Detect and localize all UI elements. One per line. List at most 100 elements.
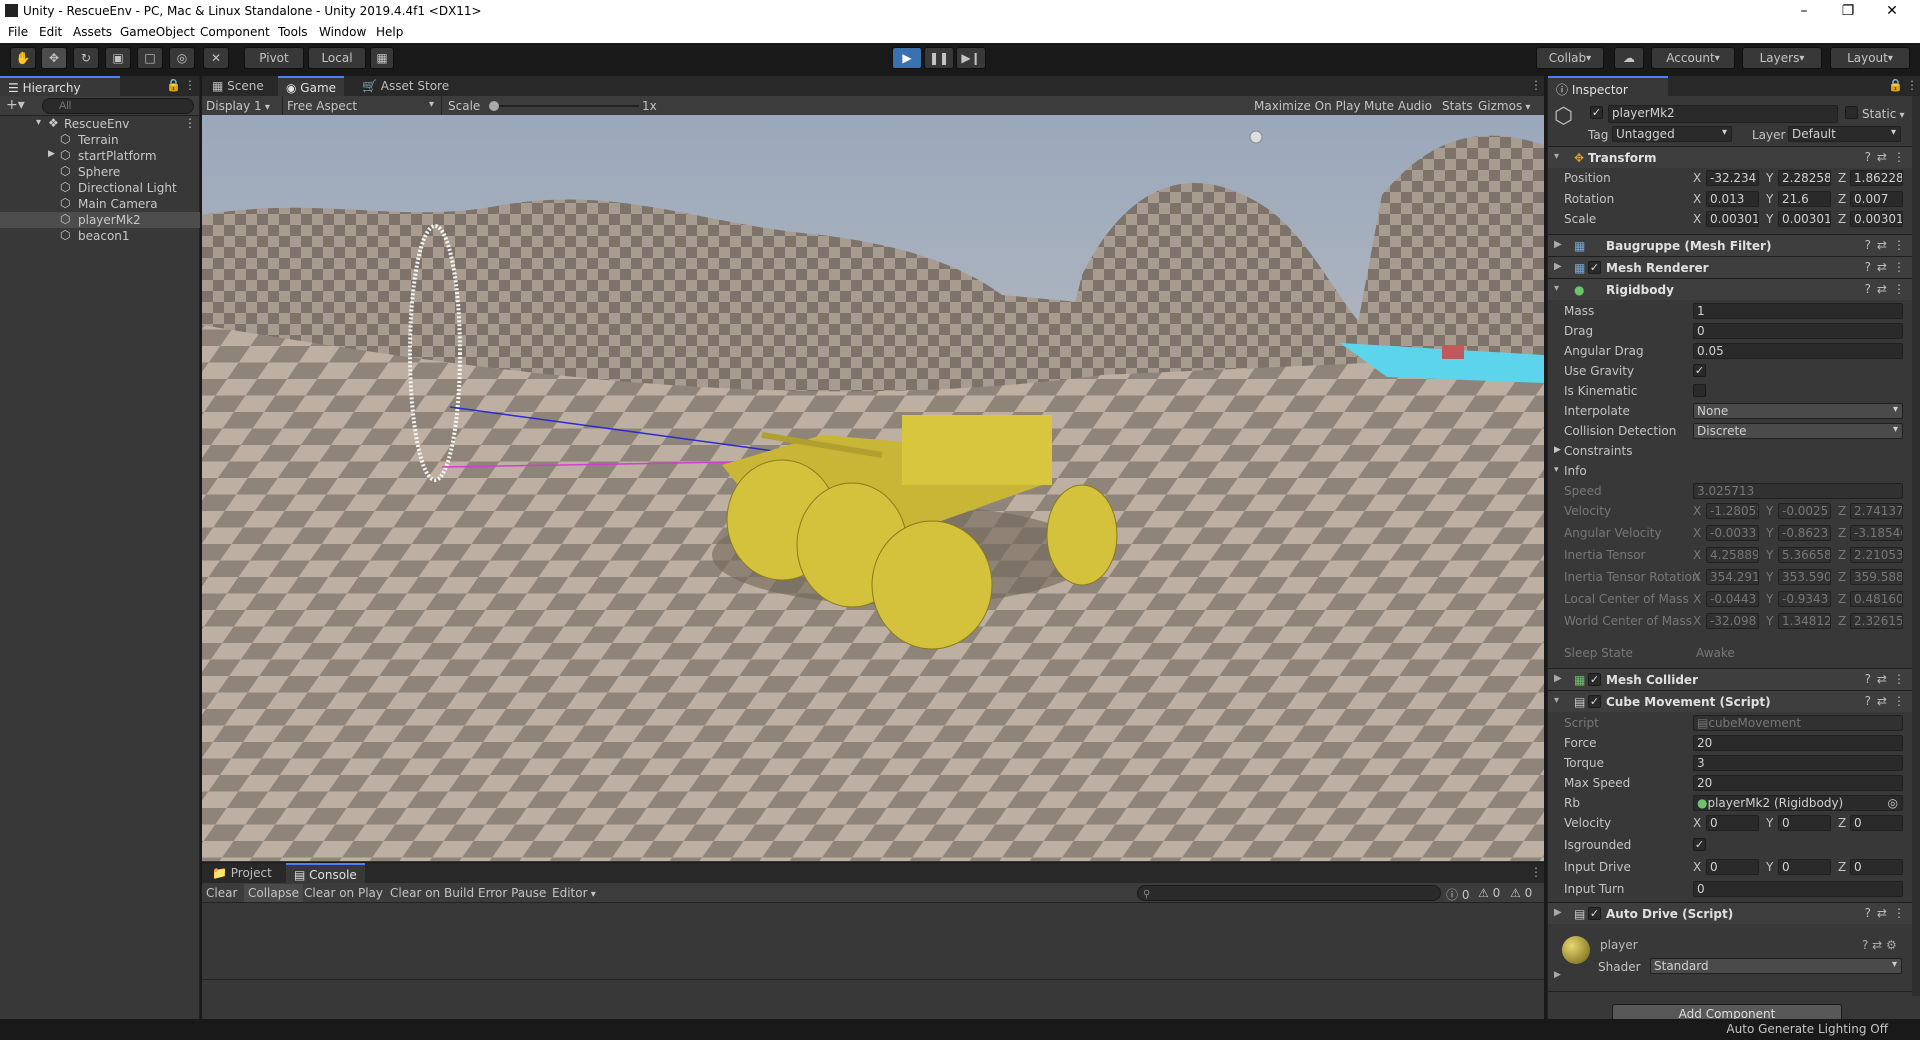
component-actions-icon[interactable]: ?⇄⋮ bbox=[1865, 672, 1911, 686]
isgrounded-checkbox[interactable]: ✓ bbox=[1693, 838, 1706, 851]
collapse-toggle[interactable]: Collapse bbox=[244, 884, 303, 902]
menu-component[interactable]: Component bbox=[200, 25, 270, 39]
menu-file[interactable]: File bbox=[8, 25, 28, 39]
mass-field[interactable]: 1 bbox=[1693, 303, 1903, 319]
hierarchy-item[interactable]: ▶ ⬡ startPlatform bbox=[0, 148, 200, 164]
panel-menu-icon[interactable]: ⋮ bbox=[1530, 865, 1542, 879]
input-turn-field[interactable]: 0 bbox=[1693, 881, 1903, 897]
component-actions-icon[interactable]: ?⇄⋮ bbox=[1865, 694, 1911, 708]
panel-menu-icon[interactable]: ⋮ bbox=[184, 78, 196, 92]
tab-hierarchy[interactable]: ☰ Hierarchy bbox=[0, 76, 120, 96]
pause-button[interactable]: ❚❚ bbox=[924, 47, 954, 69]
angular-drag-field[interactable]: 0.05 bbox=[1693, 343, 1903, 359]
tag-dropdown[interactable]: Untagged ▾ bbox=[1612, 126, 1732, 142]
use-gravity-checkbox[interactable]: ✓ bbox=[1693, 364, 1706, 377]
component-actions-icon[interactable]: ?⇄⋮ bbox=[1865, 906, 1911, 920]
rb-field[interactable]: ●playerMk2 (Rigidbody) ◎ bbox=[1693, 795, 1903, 811]
hierarchy-search-input[interactable] bbox=[42, 98, 194, 114]
clear-button[interactable]: Clear bbox=[206, 886, 237, 900]
hierarchy-item[interactable]: ⬡ Terrain bbox=[0, 132, 200, 148]
expand-arrow-icon[interactable]: ▶ bbox=[1554, 673, 1562, 684]
mute-audio-toggle[interactable]: Mute Audio bbox=[1364, 99, 1432, 113]
hierarchy-item[interactable]: ⬡ Main Camera bbox=[0, 196, 200, 212]
tab-scene[interactable]: ▦ Scene bbox=[204, 76, 272, 96]
menu-window[interactable]: Window bbox=[319, 25, 366, 39]
close-button[interactable]: ✕ bbox=[1882, 3, 1902, 19]
is-kinematic-checkbox[interactable] bbox=[1693, 384, 1706, 397]
stats-toggle[interactable]: Stats bbox=[1442, 99, 1473, 113]
menu-assets[interactable]: Assets bbox=[73, 25, 112, 39]
menu-edit[interactable]: Edit bbox=[39, 25, 62, 39]
tab-inspector[interactable]: ⓘ Inspector bbox=[1548, 76, 1668, 97]
panel-menu-icon[interactable]: ⋮ bbox=[1530, 78, 1542, 92]
input-drive-y-field[interactable]: 0 bbox=[1778, 859, 1831, 875]
menu-gameobject[interactable]: GameObject bbox=[120, 25, 195, 39]
velocity-y-field[interactable]: 0 bbox=[1778, 815, 1831, 831]
error-count[interactable]: ⚠ 0 bbox=[1510, 886, 1532, 900]
hierarchy-item[interactable]: ⬡ beacon1 bbox=[0, 228, 200, 244]
step-button[interactable]: ▶❙ bbox=[956, 47, 986, 69]
menu-help[interactable]: Help bbox=[376, 25, 403, 39]
lock-icon[interactable]: 🔒 bbox=[166, 78, 181, 92]
clear-on-play-toggle[interactable]: Clear on Play bbox=[304, 886, 383, 900]
scale-slider[interactable] bbox=[489, 105, 639, 107]
mesh-filter-component-header[interactable]: ▶ ▦ Baugruppe (Mesh Filter) ?⇄⋮ bbox=[1548, 234, 1920, 256]
force-field[interactable]: 20 bbox=[1693, 735, 1903, 751]
lock-icon[interactable]: 🔒 bbox=[1888, 78, 1903, 92]
layer-dropdown[interactable]: Default ▾ bbox=[1788, 126, 1901, 142]
custom-tool-icon[interactable]: ✕ bbox=[203, 47, 229, 69]
local-button[interactable]: Local bbox=[308, 47, 366, 69]
drag-field[interactable]: 0 bbox=[1693, 323, 1903, 339]
component-enabled-checkbox[interactable]: ✓ bbox=[1588, 261, 1601, 274]
game-viewport[interactable] bbox=[202, 115, 1544, 861]
rotation-z-field[interactable]: 0.007 bbox=[1850, 191, 1903, 207]
layers-dropdown[interactable]: Layers bbox=[1742, 47, 1822, 69]
object-picker-icon[interactable]: ◎ bbox=[1888, 796, 1898, 810]
tab-console[interactable]: ▤ Console bbox=[286, 863, 365, 883]
add-component-button[interactable]: Add Component bbox=[1612, 1004, 1842, 1019]
max-speed-field[interactable]: 20 bbox=[1693, 775, 1903, 791]
console-search-input[interactable]: ⚲ bbox=[1137, 885, 1441, 901]
static-dropdown[interactable]: Static bbox=[1862, 107, 1905, 121]
mesh-renderer-component-header[interactable]: ▶ ▦ ✓ Mesh Renderer ?⇄⋮ bbox=[1548, 256, 1920, 278]
layout-dropdown[interactable]: Layout bbox=[1830, 47, 1910, 69]
rigidbody-component-header[interactable]: ▾ ● Rigidbody ?⇄⋮ bbox=[1548, 278, 1920, 300]
expand-arrow-icon[interactable]: ▶ bbox=[1554, 907, 1562, 918]
component-enabled-checkbox[interactable]: ✓ bbox=[1588, 907, 1601, 920]
expand-arrow-icon[interactable]: ▶ bbox=[1554, 261, 1562, 272]
create-plus-icon[interactable]: +▾ bbox=[6, 97, 25, 113]
collapse-arrow-icon[interactable]: ▾ bbox=[1554, 283, 1559, 294]
constraints-row[interactable]: ▶ Constraints bbox=[1548, 442, 1920, 460]
input-drive-z-field[interactable]: 0 bbox=[1850, 859, 1903, 875]
menu-tools[interactable]: Tools bbox=[278, 25, 308, 39]
hierarchy-item[interactable]: ⬡ Sphere bbox=[0, 164, 200, 180]
tab-asset-store[interactable]: 🛒 Asset Store bbox=[354, 76, 457, 96]
inspector-scrollbar[interactable] bbox=[1912, 96, 1920, 996]
grid-snap-icon[interactable]: ▦ bbox=[370, 47, 394, 69]
collision-detection-dropdown[interactable]: Discrete ▾ bbox=[1693, 423, 1903, 439]
maximize-on-play-toggle[interactable]: Maximize On Play bbox=[1254, 99, 1361, 113]
scene-menu-icon[interactable]: ⋮ bbox=[184, 116, 196, 130]
move-tool-icon[interactable]: ✥ bbox=[41, 47, 67, 69]
object-name-field[interactable]: playerMk2 bbox=[1608, 105, 1838, 123]
expand-arrow-icon[interactable]: ▶ bbox=[1554, 970, 1561, 980]
collapse-arrow-icon[interactable]: ▾ bbox=[1554, 465, 1559, 475]
component-actions-icon[interactable]: ?⇄⋮ bbox=[1865, 238, 1911, 252]
expand-arrow-icon[interactable]: ▶ bbox=[1554, 239, 1562, 250]
gizmos-dropdown[interactable]: Gizmos bbox=[1478, 99, 1530, 113]
expand-arrow-icon[interactable]: ▾ bbox=[36, 117, 41, 128]
rotation-y-field[interactable]: 21.6 bbox=[1778, 191, 1831, 207]
account-dropdown[interactable]: Account bbox=[1651, 47, 1735, 69]
minimize-button[interactable]: – bbox=[1794, 3, 1814, 19]
scale-x-field[interactable]: 0.00301 bbox=[1706, 211, 1759, 227]
cube-movement-component-header[interactable]: ▾ ▤ ✓ Cube Movement (Script) ?⇄⋮ bbox=[1548, 690, 1920, 712]
component-actions-icon[interactable]: ?⇄⋮ bbox=[1865, 282, 1911, 296]
clear-on-build-toggle[interactable]: Clear on Build bbox=[390, 886, 474, 900]
tab-project[interactable]: 📁 Project bbox=[204, 863, 280, 883]
cloud-icon[interactable]: ☁ bbox=[1614, 47, 1644, 69]
position-z-field[interactable]: 1.862287 bbox=[1850, 170, 1903, 186]
component-enabled-checkbox[interactable]: ✓ bbox=[1588, 673, 1601, 686]
torque-field[interactable]: 3 bbox=[1693, 755, 1903, 771]
rect-tool-icon[interactable]: □ bbox=[137, 47, 163, 69]
hand-tool-icon[interactable]: ✋ bbox=[10, 47, 36, 69]
